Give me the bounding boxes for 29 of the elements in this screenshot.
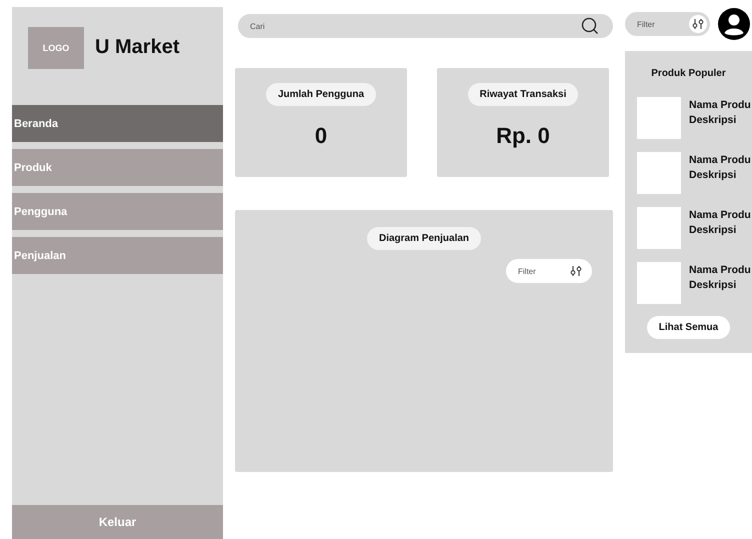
image-placeholder [637, 207, 681, 249]
stat-value: Rp. 0 [496, 123, 550, 149]
filter-field[interactable]: Filter [506, 259, 592, 283]
image-placeholder [637, 152, 681, 194]
sliders-icon[interactable] [570, 266, 582, 276]
image-placeholder [637, 262, 681, 304]
product-description: Deskripsi [689, 114, 738, 126]
logo: LOGO [28, 26, 84, 68]
product-name: Nama Produ [689, 209, 751, 221]
search-field[interactable]: Cari [238, 14, 613, 38]
app-name: U Market [95, 36, 180, 59]
see-all-button[interactable]: Lihat Semua [646, 316, 730, 339]
avatar-icon[interactable] [718, 8, 750, 40]
search-icon[interactable] [581, 17, 599, 35]
image-placeholder [637, 97, 681, 139]
stat-value: 0 [314, 123, 328, 149]
stat-title: Jumlah Pengguna [266, 83, 376, 106]
product-name: Nama Produ [689, 154, 751, 166]
stat-title: Riwayat Transaksi [468, 83, 578, 106]
panel-title: Produk Populer [651, 68, 726, 79]
filter-field[interactable]: Filter [625, 12, 710, 36]
product-name: Nama Produ [689, 99, 751, 111]
product-description: Deskripsi [689, 279, 738, 291]
sliders-icon[interactable] [692, 19, 704, 29]
product-description: Deskripsi [689, 224, 738, 236]
product-description: Deskripsi [689, 169, 738, 181]
chart-title: Diagram Penjualan [366, 227, 482, 250]
nav-item[interactable]: Beranda [12, 105, 223, 142]
product-name: Nama Produ [689, 264, 751, 276]
